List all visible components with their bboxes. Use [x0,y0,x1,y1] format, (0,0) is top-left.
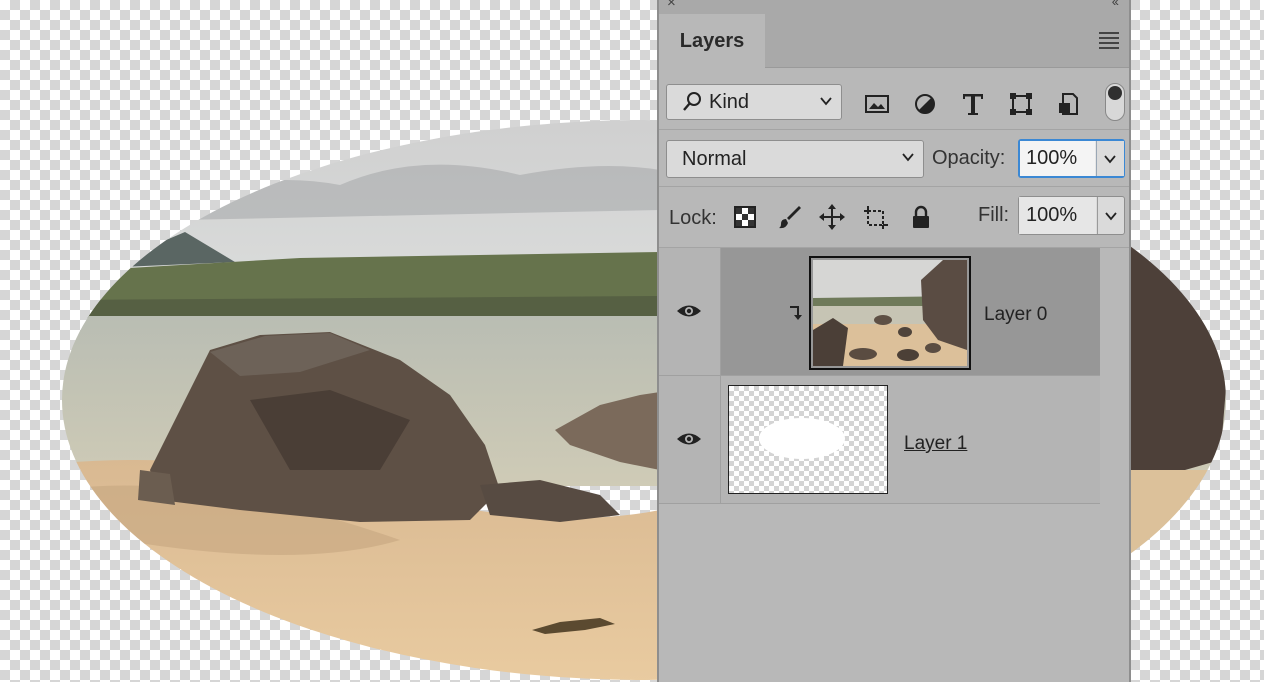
search-icon [683,92,701,111]
eye-icon [677,433,701,445]
collapse-panel-icon[interactable]: ‹‹ [1112,0,1119,9]
visibility-toggle[interactable] [659,376,721,503]
fill-input[interactable] [1019,197,1096,234]
fill-control [1018,196,1125,235]
lock-row: Lock: Fill: [659,187,1129,248]
blend-mode-dropdown[interactable]: Normal [666,140,924,178]
shape-filter-icon[interactable] [1008,91,1034,117]
layer-name[interactable]: Layer 0 [984,304,1047,326]
layer-body[interactable]: Layer 1 [721,376,1100,503]
opacity-label: Opacity: [932,147,1006,169]
blend-mode-label: Normal [682,148,747,170]
chevron-down-icon [902,153,914,162]
fill-label: Fill: [978,204,1010,226]
layer-filter-row: Kind [659,68,1129,130]
adjustment-filter-icon[interactable] [912,91,938,117]
lock-label: Lock: [669,207,717,229]
lock-image-pixels-icon[interactable] [777,204,803,230]
panel-header-strip: × ‹‹ [659,0,1129,14]
layers-list-empty-area[interactable] [659,504,1129,682]
visibility-toggle[interactable] [659,248,721,375]
lock-transparent-pixels-icon[interactable] [732,204,758,230]
panel-tab-bar: Layers [659,14,1129,68]
lock-all-icon[interactable] [908,204,934,230]
chevron-down-icon [820,97,832,106]
type-filter-icon[interactable] [960,91,986,117]
layer-row-layer-0[interactable]: Layer 0 [659,248,1100,376]
tab-layers[interactable]: Layers [659,14,765,68]
lock-artboard-icon[interactable] [863,204,889,230]
beach-photo-thumbnail [813,260,967,366]
layer-thumbnail[interactable] [809,256,971,370]
chevron-down-icon [1105,212,1117,221]
filter-kind-label: Kind [709,91,750,113]
layer-name[interactable]: Layer 1 [904,433,967,455]
fill-dropdown-button[interactable] [1097,197,1125,234]
layer-row-layer-1[interactable]: Layer 1 [659,376,1100,504]
eye-icon [677,305,701,317]
blend-row: Normal Opacity: [659,130,1129,187]
lock-position-icon[interactable] [819,204,845,230]
opacity-control [1018,139,1125,178]
layer-thumbnail[interactable] [728,385,888,494]
panel-menu-icon[interactable] [1099,32,1119,52]
filter-toggle-switch[interactable] [1105,83,1125,121]
smart-object-filter-icon[interactable] [1056,91,1082,117]
opacity-dropdown-button[interactable] [1096,141,1124,176]
chevron-down-icon [1104,155,1116,164]
layer-body[interactable]: Layer 0 [721,248,1100,375]
white-oval-shape [759,418,845,459]
close-icon[interactable]: × [667,0,676,11]
pixel-filter-icon[interactable] [864,91,890,117]
clipping-mask-arrow-icon [790,306,802,320]
filter-toggle-knob [1108,86,1122,100]
opacity-input[interactable] [1020,141,1095,176]
layers-panel: × ‹‹ Layers Kind Normal Opacity: 100% Lo… [657,0,1131,682]
filter-kind-dropdown[interactable]: Kind [666,84,842,120]
